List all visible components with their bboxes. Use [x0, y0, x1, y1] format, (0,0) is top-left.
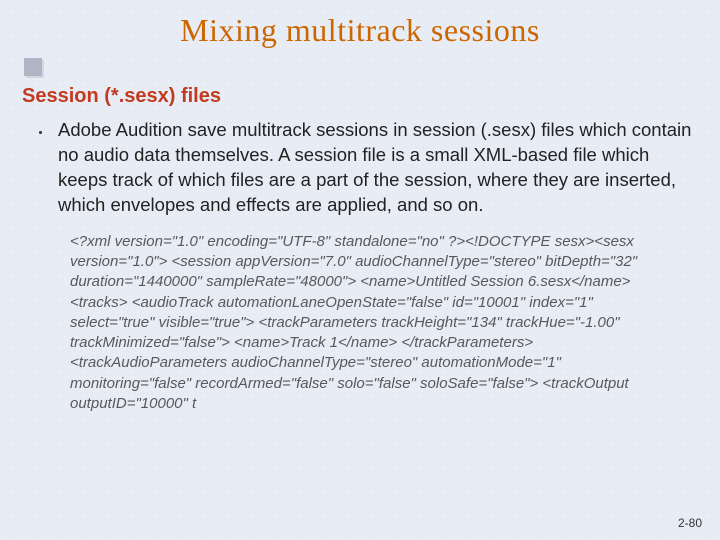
bullet-item: Adobe Audition save multitrack sessions …: [52, 118, 698, 218]
section-heading: Session (*.sesx) files: [22, 85, 698, 108]
bullet-list: Adobe Audition save multitrack sessions …: [22, 118, 698, 218]
decorative-square: [24, 58, 42, 76]
page-number: 2-80: [678, 516, 702, 530]
slide-title: Mixing multitrack sessions: [0, 12, 720, 49]
slide-content: Session (*.sesx) files Adobe Audition sa…: [22, 85, 698, 414]
code-sample: <?xml version="1.0" encoding="UTF-8" sta…: [70, 232, 678, 414]
